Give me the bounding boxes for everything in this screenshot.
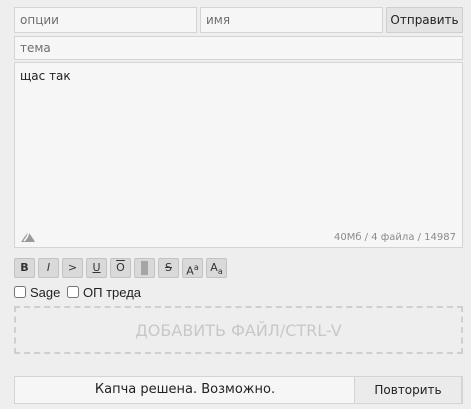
dropzone-label: ДОБАВИТЬ ФАЙЛ/CTRL-V bbox=[135, 320, 342, 340]
captcha-retry-button[interactable]: Повторить bbox=[354, 376, 462, 404]
draw-icon[interactable] bbox=[20, 231, 36, 243]
strike-button[interactable]: S bbox=[158, 258, 179, 278]
sage-label: Sage bbox=[30, 284, 61, 300]
options-input[interactable] bbox=[14, 7, 197, 33]
spoiler-button[interactable] bbox=[134, 258, 155, 278]
op-label: ОП треда bbox=[83, 284, 142, 300]
message-box: щас так 40Мб / 4 файла / 14987 bbox=[14, 62, 463, 248]
sage-option[interactable]: Sage bbox=[14, 284, 60, 300]
op-option[interactable]: ОП треда bbox=[67, 284, 141, 300]
op-checkbox[interactable] bbox=[67, 286, 79, 298]
file-dropzone[interactable]: ДОБАВИТЬ ФАЙЛ/CTRL-V bbox=[14, 306, 463, 354]
italic-button[interactable]: I bbox=[38, 258, 59, 278]
quote-button[interactable]: > bbox=[62, 258, 83, 278]
subscript-button[interactable]: Aa bbox=[206, 258, 227, 278]
overline-button[interactable]: O bbox=[110, 258, 131, 278]
captcha-panel: Капча решена. Возможно. Повторить bbox=[14, 376, 463, 404]
superscript-base: A bbox=[186, 264, 194, 278]
subject-input[interactable] bbox=[14, 36, 463, 60]
message-textarea[interactable]: щас так bbox=[15, 63, 462, 247]
captcha-status: Капча решена. Возможно. bbox=[94, 382, 276, 397]
superscript-mark: a bbox=[193, 263, 199, 272]
subscript-base: A bbox=[210, 261, 218, 274]
underline-button[interactable]: U bbox=[86, 258, 107, 278]
name-input[interactable] bbox=[200, 7, 383, 33]
send-button[interactable]: Отправить bbox=[386, 7, 463, 33]
subscript-mark: a bbox=[217, 267, 223, 277]
sage-checkbox[interactable] bbox=[14, 286, 26, 298]
bold-button[interactable]: B bbox=[14, 258, 35, 278]
upload-limits: 40Мб / 4 файла / 14987 bbox=[333, 232, 456, 243]
superscript-button[interactable]: Aa bbox=[182, 258, 203, 278]
